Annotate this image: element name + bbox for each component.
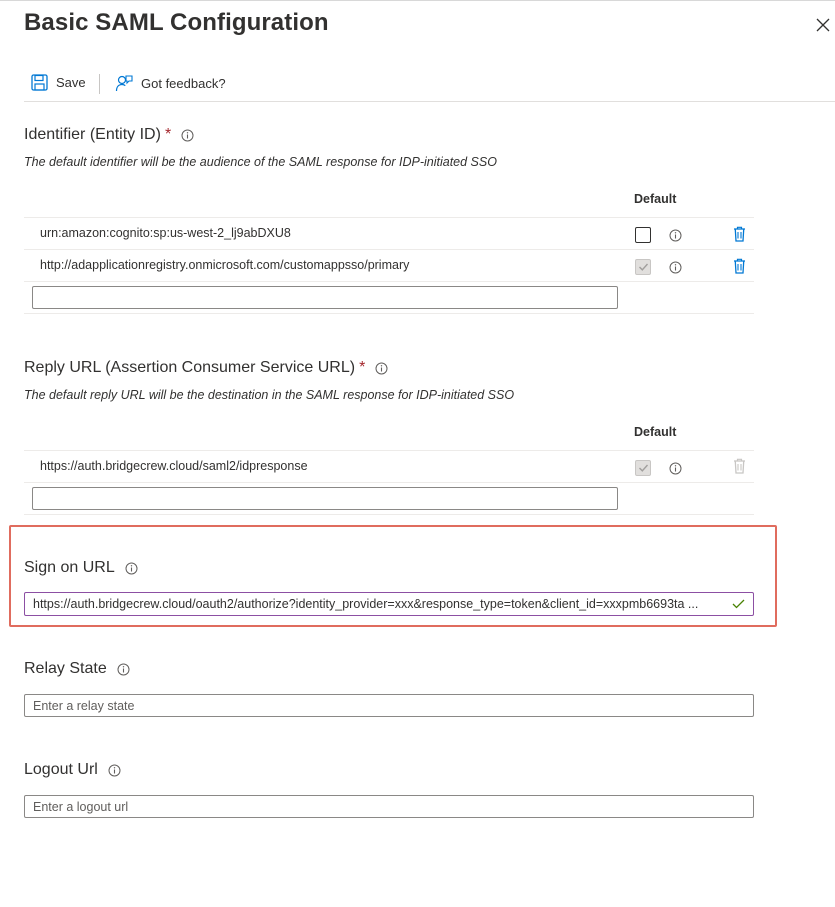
info-icon[interactable] xyxy=(125,562,138,575)
logout-url-heading: Logout Url xyxy=(24,761,121,779)
toolbar-divider xyxy=(24,101,835,102)
default-checkbox-checked[interactable] xyxy=(635,259,651,275)
identifier-description: The default identifier will be the audie… xyxy=(24,155,497,169)
sign-on-url-heading: Sign on URL xyxy=(24,559,138,577)
row-divider xyxy=(24,313,754,314)
reply-url-description: The default reply URL will be the destin… xyxy=(24,388,515,402)
sign-on-url-input[interactable]: https://auth.bridgecrew.cloud/oauth2/aut… xyxy=(24,592,754,616)
row-divider xyxy=(24,450,754,451)
identifier-new-input[interactable] xyxy=(32,286,618,309)
save-button[interactable]: Save xyxy=(31,74,86,91)
delete-icon[interactable] xyxy=(733,226,746,242)
default-checkbox[interactable] xyxy=(635,227,651,243)
info-icon[interactable] xyxy=(669,229,682,242)
reply-url-default-header: Default xyxy=(634,425,677,439)
row-divider xyxy=(24,482,754,483)
save-label: Save xyxy=(56,75,86,90)
row-divider xyxy=(24,281,754,282)
sign-on-url-value: https://auth.bridgecrew.cloud/oauth2/aut… xyxy=(33,597,699,611)
logout-url-input[interactable] xyxy=(24,795,754,818)
identifier-heading: Identifier (Entity ID) * xyxy=(24,126,194,144)
required-mark: * xyxy=(164,126,172,143)
feedback-icon xyxy=(115,75,133,92)
feedback-label: Got feedback? xyxy=(141,75,226,91)
reply-url-row-value: https://auth.bridgecrew.cloud/saml2/idpr… xyxy=(40,459,308,473)
feedback-button[interactable]: Got feedback? xyxy=(115,74,226,92)
identifier-row-value: urn:amazon:cognito:sp:us-west-2_lj9abDXU… xyxy=(40,226,291,240)
logout-url-heading-text: Logout Url xyxy=(24,761,98,778)
required-mark: * xyxy=(359,359,366,376)
close-icon xyxy=(816,18,830,32)
relay-state-input[interactable] xyxy=(24,694,754,717)
identifier-row-value: http://adapplicationregistry.onmicrosoft… xyxy=(40,258,410,272)
save-icon xyxy=(31,74,48,91)
valid-check-icon xyxy=(732,599,745,609)
default-checkbox-checked[interactable] xyxy=(635,460,651,476)
sign-on-url-heading-text: Sign on URL xyxy=(24,559,115,576)
info-icon[interactable] xyxy=(669,261,682,274)
checkmark-icon xyxy=(639,263,649,271)
delete-icon[interactable] xyxy=(733,258,746,274)
toolbar-separator xyxy=(99,74,100,94)
row-divider xyxy=(24,217,754,218)
checkmark-icon xyxy=(639,464,649,472)
identifier-heading-text: Identifier (Entity ID) xyxy=(24,126,161,143)
delete-icon-disabled[interactable] xyxy=(733,458,746,474)
relay-state-heading: Relay State xyxy=(24,660,130,678)
top-border xyxy=(0,0,835,1)
info-icon[interactable] xyxy=(181,129,194,142)
panel-title: Basic SAML Configuration xyxy=(24,9,329,36)
info-icon[interactable] xyxy=(108,764,121,777)
reply-url-new-input[interactable] xyxy=(32,487,618,510)
info-icon[interactable] xyxy=(375,362,388,375)
close-button[interactable] xyxy=(812,14,834,36)
info-icon[interactable] xyxy=(669,462,682,475)
info-icon[interactable] xyxy=(117,663,130,676)
identifier-default-header: Default xyxy=(634,192,677,206)
row-divider xyxy=(24,514,754,515)
relay-state-heading-text: Relay State xyxy=(24,660,107,677)
row-divider xyxy=(24,249,754,250)
reply-url-heading-text: Reply URL (Assertion Consumer Service UR… xyxy=(24,359,356,376)
reply-url-heading: Reply URL (Assertion Consumer Service UR… xyxy=(24,359,388,377)
